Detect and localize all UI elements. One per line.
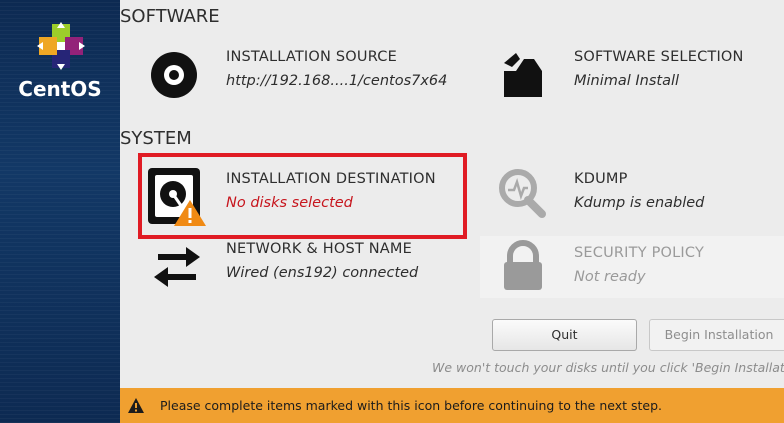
spoke-status: Not ready bbox=[574, 269, 646, 285]
spoke-title: SOFTWARE SELECTION bbox=[574, 49, 744, 65]
lock-icon bbox=[504, 240, 542, 290]
spoke-status: Minimal Install bbox=[574, 73, 680, 89]
sidebar: CentOS bbox=[0, 0, 120, 423]
spoke-title: INSTALLATION SOURCE bbox=[226, 49, 397, 65]
spoke-status: Kdump is enabled bbox=[574, 195, 705, 211]
spoke-status: http://192.168....1/centos7x64 bbox=[226, 73, 448, 89]
package-icon bbox=[504, 53, 542, 97]
warning-text: Please complete items marked with this i… bbox=[160, 398, 663, 413]
network-arrows-icon bbox=[154, 247, 200, 287]
warning-bar: Please complete items marked with this i… bbox=[120, 388, 784, 423]
spoke-title: SECURITY POLICY bbox=[574, 245, 705, 261]
highlight-box bbox=[138, 153, 467, 239]
section-title-system: SYSTEM bbox=[120, 128, 192, 149]
brand-name: CentOS bbox=[18, 77, 102, 101]
spoke-installation-source[interactable]: INSTALLATION SOURCE http://192.168....1/… bbox=[120, 40, 460, 102]
spoke-kdump[interactable]: KDUMP Kdump is enabled bbox=[468, 162, 784, 224]
spoke-status: Wired (ens192) connected bbox=[226, 265, 419, 281]
section-title-software: SOFTWARE bbox=[120, 6, 220, 27]
hub-content: SOFTWARE INSTALLATION SOURCE http://192.… bbox=[120, 0, 784, 388]
begin-installation-button[interactable]: Begin Installation bbox=[649, 319, 784, 351]
disc-icon bbox=[151, 52, 197, 98]
disk-notice: We won't touch your disks until you clic… bbox=[432, 360, 784, 375]
spoke-network-host-name[interactable]: NETWORK & HOST NAME Wired (ens192) conne… bbox=[120, 232, 460, 294]
quit-button[interactable]: Quit bbox=[492, 319, 637, 351]
spoke-software-selection[interactable]: SOFTWARE SELECTION Minimal Install bbox=[468, 40, 784, 102]
magnifier-icon bbox=[499, 169, 546, 218]
centos-logo-icon bbox=[37, 22, 85, 70]
warning-icon bbox=[128, 398, 144, 413]
spoke-security-policy[interactable]: SECURITY POLICY Not ready bbox=[480, 236, 784, 298]
spoke-title: NETWORK & HOST NAME bbox=[226, 241, 412, 257]
spoke-title: KDUMP bbox=[574, 171, 628, 187]
